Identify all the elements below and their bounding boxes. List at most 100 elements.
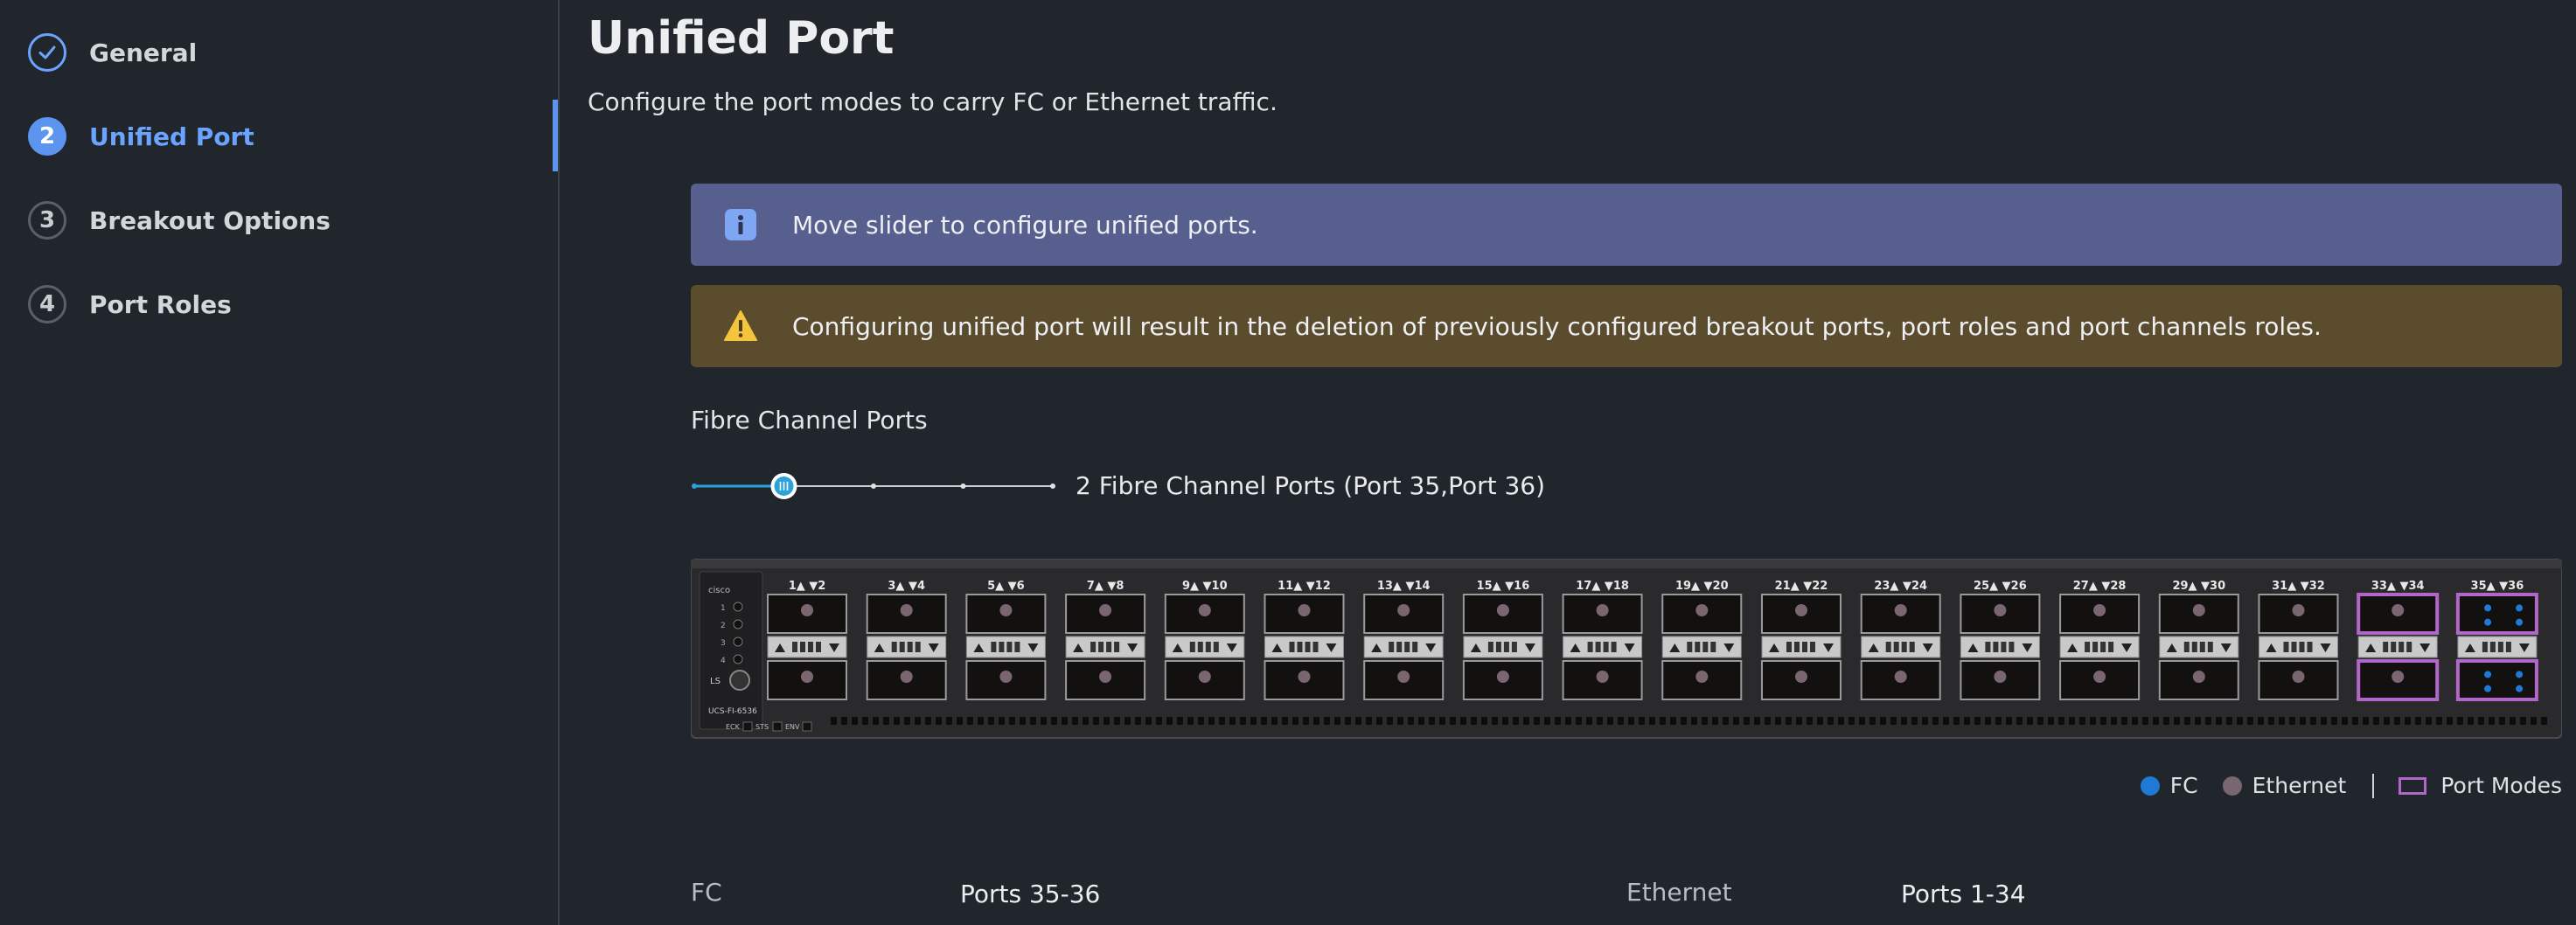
port-pair[interactable]: 7▲ ▼8: [1065, 580, 1146, 700]
port-pair[interactable]: 31▲ ▼32: [2258, 580, 2339, 700]
port-pair-label: 23▲ ▼24: [1874, 580, 1927, 593]
vent-slot: [2426, 717, 2432, 725]
latch-grip: [2505, 642, 2511, 652]
latch-grip: [2085, 642, 2091, 652]
vent-slot: [1723, 717, 1729, 725]
port-pair[interactable]: 15▲ ▼16: [1462, 580, 1543, 700]
step-unified-port[interactable]: 2 Unified Port: [28, 115, 254, 158]
fc-indicator: [2516, 685, 2524, 692]
port-pair[interactable]: 5▲ ▼6: [965, 580, 1047, 700]
vent-slot: [2384, 717, 2390, 725]
latch-grip: [1213, 642, 1219, 652]
vent-slot: [1513, 717, 1519, 725]
vent-slot: [1565, 717, 1571, 725]
latch-grip: [2207, 642, 2213, 652]
status-led: [733, 619, 743, 629]
latch-grip: [991, 642, 997, 652]
wizard-sidebar: General 2 Unified Port 3 Breakout Option…: [0, 0, 560, 925]
port-pair[interactable]: 21▲ ▼22: [1761, 580, 1841, 700]
vent-slot: [1660, 717, 1666, 725]
port-pair[interactable]: 1▲ ▼2: [767, 580, 847, 700]
vent-slot: [1313, 717, 1319, 725]
vent-slot: [1576, 717, 1582, 725]
vent-slot: [1670, 717, 1676, 725]
latch-grip: [2383, 642, 2389, 652]
vent-slot: [1817, 717, 1823, 725]
vent-slot: [957, 717, 963, 725]
vent-slot: [1261, 717, 1267, 725]
vent-slot: [1062, 717, 1068, 725]
vent-slot: [2174, 717, 2180, 725]
latch-grip: [1595, 642, 1601, 652]
vent-slot: [1502, 717, 1508, 725]
vent-slot: [1702, 717, 1708, 725]
port-pair[interactable]: 35▲ ▼36: [2455, 580, 2538, 701]
latch-grip: [1710, 642, 1716, 652]
latch-grip: [2191, 642, 2197, 652]
port-pair[interactable]: 9▲ ▼10: [1164, 580, 1245, 700]
vent-slot: [894, 717, 900, 725]
port-pair[interactable]: 3▲ ▼4: [866, 580, 947, 700]
port-pair[interactable]: 13▲ ▼14: [1363, 580, 1445, 700]
fc-dot-icon: [2140, 775, 2160, 796]
ethernet-indicator: [2292, 604, 2305, 616]
ethernet-indicator: [801, 604, 813, 616]
port-pair-label: 5▲ ▼6: [987, 580, 1025, 593]
vent-slot: [2132, 717, 2138, 725]
port-pair-label: 29▲ ▼30: [2172, 580, 2225, 593]
step-general[interactable]: General: [28, 31, 197, 74]
port-cage-bottom[interactable]: [2455, 659, 2538, 701]
vent-slot: [1985, 717, 1991, 725]
step-breakout-options[interactable]: 3 Breakout Options: [28, 198, 331, 242]
status-led-label: 2: [721, 622, 726, 630]
vent-slot: [1744, 717, 1750, 725]
vent-slot: [2079, 717, 2085, 725]
latch-grip: [2291, 642, 2297, 652]
step-port-roles[interactable]: 4 Port Roles: [28, 282, 232, 326]
latch-grip: [1611, 642, 1617, 652]
latch-grip: [1786, 642, 1792, 652]
port-mode-box-icon: [2398, 776, 2427, 795]
port-pair[interactable]: 25▲ ▼26: [1960, 580, 2041, 700]
fc-ports-slider[interactable]: [691, 469, 1058, 504]
vent-slot: [1072, 717, 1078, 725]
vent-slot: [862, 717, 868, 725]
vent-slot: [2373, 717, 2379, 725]
port-pair[interactable]: 29▲ ▼30: [2158, 580, 2239, 700]
ethernet-indicator: [999, 604, 1013, 616]
vent-slot: [2478, 717, 2484, 725]
vent-slot: [852, 717, 858, 725]
ethernet-indicator: [1298, 604, 1311, 616]
port-pair[interactable]: 11▲ ▼12: [1264, 580, 1345, 700]
info-banner-text: Move slider to configure unified ports.: [792, 210, 1258, 240]
port-pair[interactable]: 19▲ ▼20: [1661, 580, 1743, 700]
vent-slot: [915, 717, 921, 725]
ethernet-indicator: [2192, 604, 2205, 616]
checkmark-icon: [28, 33, 66, 72]
vent-slot: [1911, 717, 1918, 725]
vent-slot: [1030, 717, 1036, 725]
vent-slot: [2520, 717, 2526, 725]
vent-slot: [2195, 717, 2201, 725]
vent-slot: [1544, 717, 1550, 725]
vent-slot: [1355, 717, 1361, 725]
port-pair[interactable]: 17▲ ▼18: [1562, 580, 1643, 700]
port-pair[interactable]: 27▲ ▼28: [2059, 580, 2141, 700]
port-cage-top[interactable]: [2455, 593, 2538, 635]
latch-grip: [2299, 642, 2305, 652]
port-pair[interactable]: 23▲ ▼24: [1860, 580, 1941, 700]
vent-slot: [2363, 717, 2369, 725]
vent-slot: [1932, 717, 1939, 725]
ethernet-indicator: [1596, 604, 1609, 616]
vent-slot: [1534, 717, 1540, 725]
vent-slot: [1156, 717, 1162, 725]
port-pair[interactable]: 33▲ ▼34: [2357, 580, 2440, 701]
bottom-port: [802, 721, 812, 732]
info-banner: Move slider to configure unified ports.: [691, 184, 2562, 266]
vent-slot: [1807, 717, 1813, 725]
slider-thumb[interactable]: [770, 473, 797, 499]
vent-slot: [1943, 717, 1949, 725]
vent-slot: [2037, 717, 2043, 725]
summary-fc-label: FC: [691, 878, 722, 907]
bottom-port-label: ENV: [785, 723, 800, 731]
